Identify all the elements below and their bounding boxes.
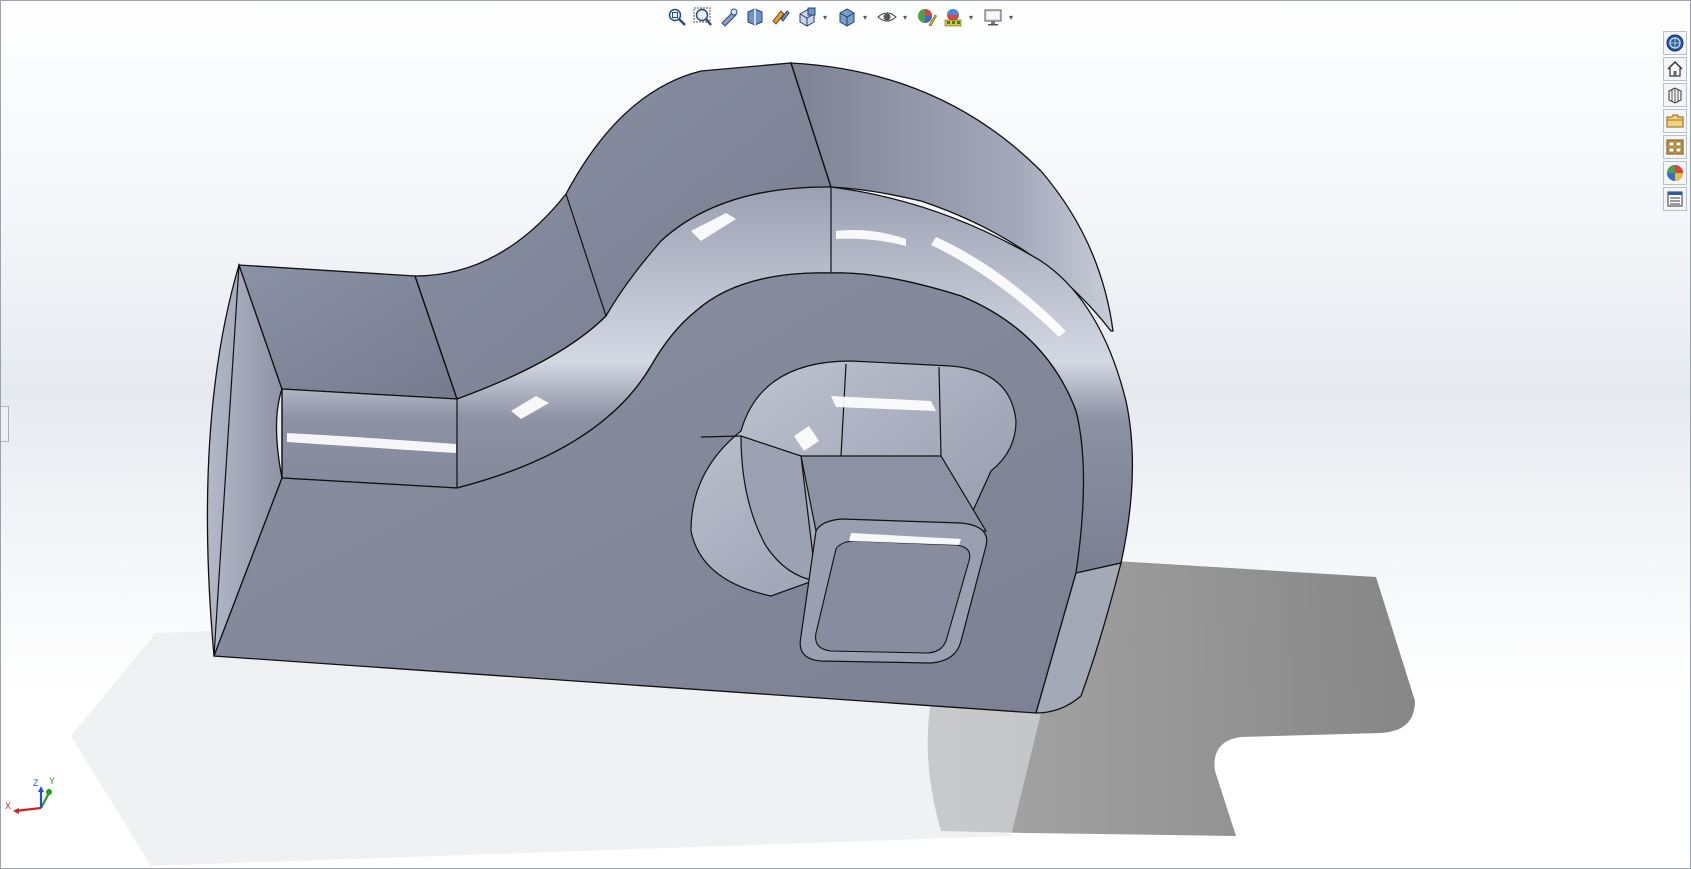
triad-y-label: Y [49,776,56,786]
reference-triad: X Y Z [5,773,55,819]
graphics-area[interactable]: ▾ ▾ ▾ ▾ ▾ X Y Z [0,0,1691,869]
boss-end-inner [815,540,971,654]
triad-z-label: Z [33,778,39,788]
triad-x-label: X [5,801,12,811]
model-graphics[interactable] [1,1,1690,868]
triad-axes [13,786,52,814]
